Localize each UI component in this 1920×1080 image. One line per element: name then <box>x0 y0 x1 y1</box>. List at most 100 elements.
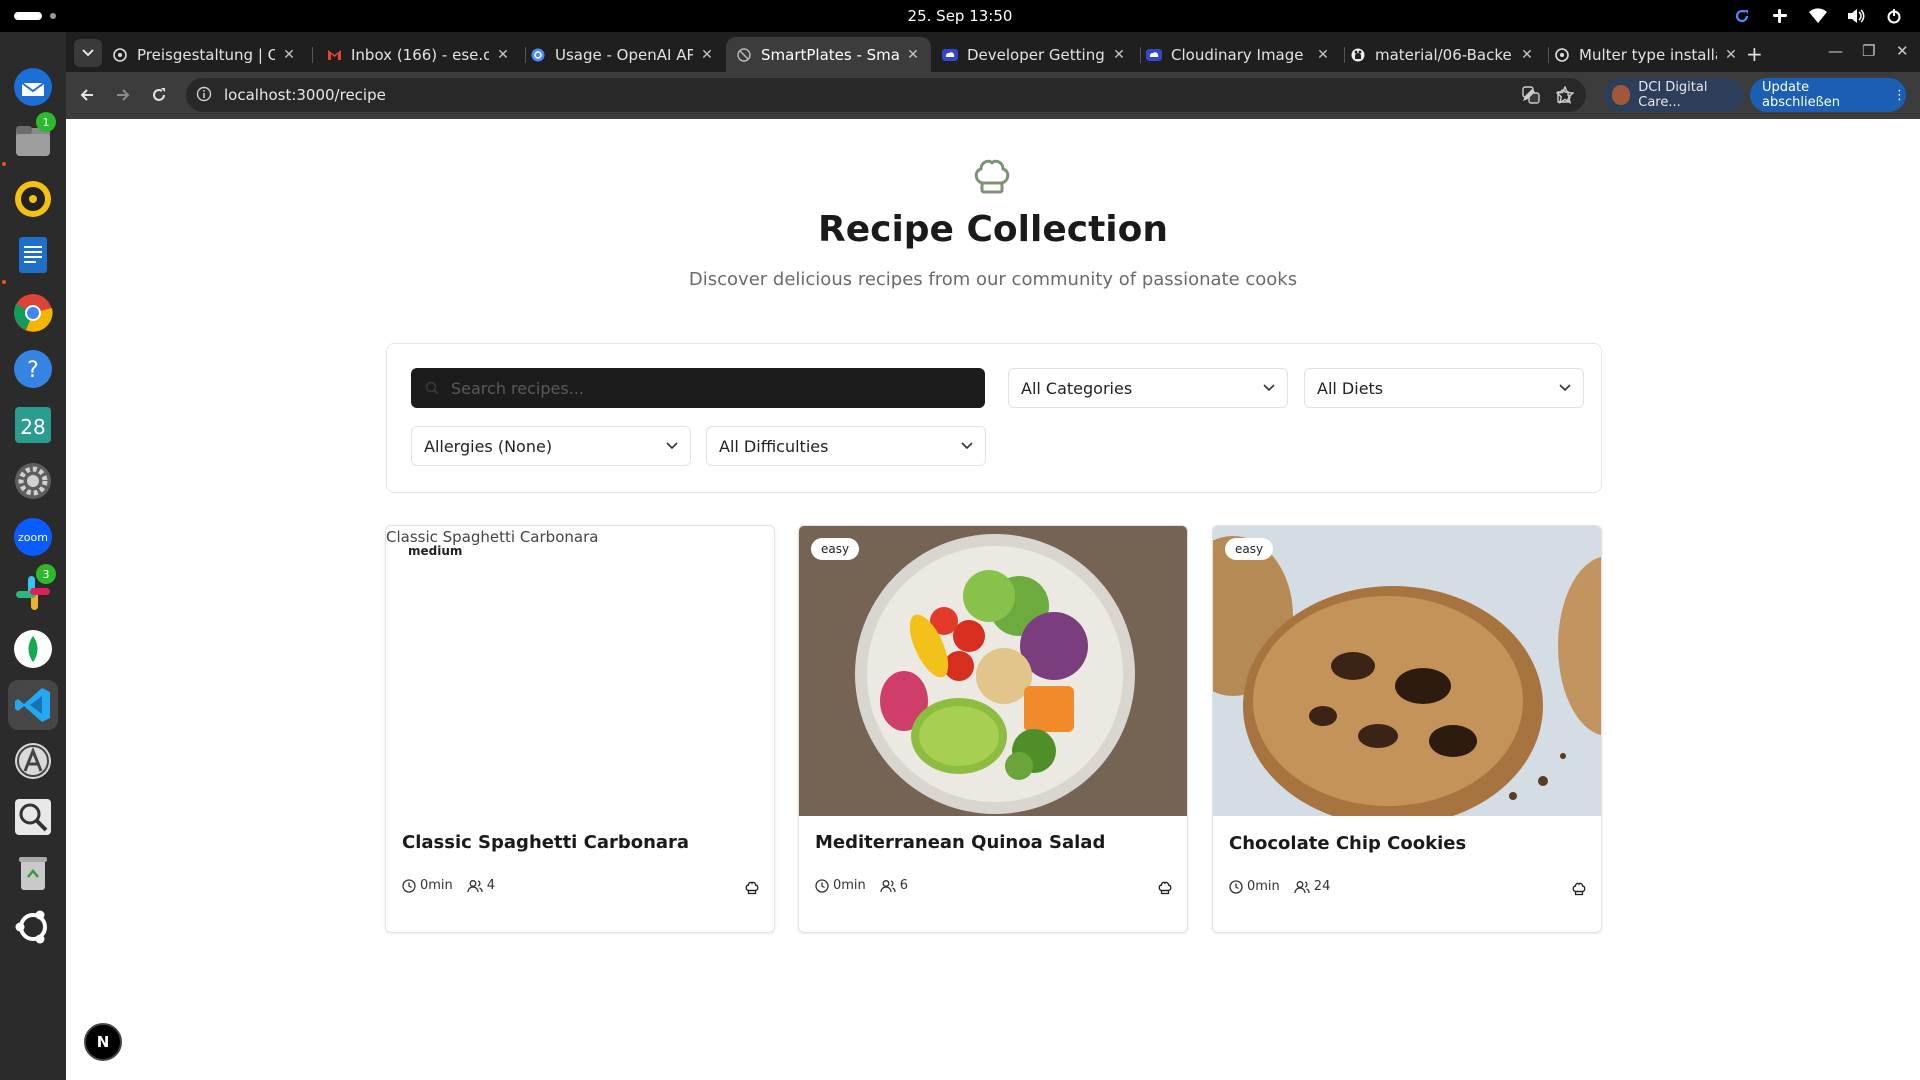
vscode-icon[interactable] <box>8 680 58 730</box>
recipe-title[interactable]: Chocolate Chip Cookies <box>1229 833 1466 854</box>
category-select[interactable]: All Categories <box>1008 368 1288 408</box>
slack-icon[interactable]: 3 <box>8 564 58 618</box>
recipe-page: Recipe Collection Discover delicious rec… <box>66 119 1920 1080</box>
back-icon[interactable] <box>76 84 98 106</box>
tab-usage-openai[interactable]: Usage - OpenAI API ✕ <box>520 37 725 72</box>
slack-badge: 3 <box>36 564 56 584</box>
profile-chip[interactable]: DCI Digital Care... <box>1604 78 1744 112</box>
forward-icon[interactable] <box>112 84 134 106</box>
files-icon[interactable]: 1 <box>8 112 58 166</box>
files-badge: 1 <box>36 112 56 132</box>
avatar <box>1612 85 1631 105</box>
reload-icon[interactable] <box>148 84 170 106</box>
difficulty-badge: medium <box>408 544 463 558</box>
new-tab-button[interactable]: + <box>1746 42 1763 66</box>
recipe-image-broken: Classic Spaghetti Carbonara <box>386 526 774 816</box>
chef-hat-icon[interactable] <box>744 880 760 896</box>
tab-cloudinary-image[interactable]: Cloudinary Image & ✕ <box>1136 37 1341 72</box>
rhythmbox-icon[interactable] <box>8 174 58 224</box>
profile-name: DCI Digital Care... <box>1638 80 1708 110</box>
tab-inbox[interactable]: Inbox (166) - ese.os ✕ <box>316 37 521 72</box>
extensions-icon[interactable] <box>1552 84 1574 106</box>
settings-icon[interactable] <box>8 456 58 506</box>
recipe-title[interactable]: Classic Spaghetti Carbonara <box>402 832 689 853</box>
kebab-menu-icon[interactable]: ⋮ <box>1893 88 1906 103</box>
power-icon[interactable] <box>1884 6 1904 26</box>
recipe-card-quinoa-salad[interactable]: easy Mediterranean Quinoa Salad 0min 6 <box>798 525 1188 933</box>
tab-multer-type[interactable]: Multer type installa ✕ <box>1544 37 1749 72</box>
search-icon <box>425 381 439 395</box>
close-icon[interactable]: ✕ <box>1519 47 1535 63</box>
chevron-down-icon <box>82 49 94 57</box>
chevron-down-icon <box>961 442 973 450</box>
chef-hat-icon[interactable] <box>1157 880 1173 896</box>
recipe-card-chocolate-chip-cookies[interactable]: easy Chocolate Chip Cookies 0min 24 <box>1212 525 1602 933</box>
prep-time: 0min <box>1229 879 1280 894</box>
servings-value: 6 <box>899 878 909 893</box>
diet-select[interactable]: All Diets <box>1304 368 1584 408</box>
volume-icon[interactable] <box>1846 6 1866 26</box>
search-input[interactable] <box>451 378 971 398</box>
allergies-select[interactable]: Allergies (None) <box>411 426 691 466</box>
github-icon <box>1350 47 1366 63</box>
thunderbird-icon[interactable] <box>8 62 58 112</box>
zoom-icon[interactable]: zoom <box>8 512 58 562</box>
browser-toolbar: localhost:3000/recipe DCI Digital Care..… <box>66 72 1920 119</box>
pen-extension-icon[interactable] <box>1518 84 1540 106</box>
tab-title: SmartPlates - Smart <box>761 45 899 64</box>
tab-developer-getting-started[interactable]: Developer Getting S ✕ <box>932 37 1137 72</box>
close-icon[interactable]: ✕ <box>495 47 511 63</box>
close-icon[interactable]: ✕ <box>1111 47 1127 63</box>
address-bar[interactable]: localhost:3000/recipe <box>186 78 1586 112</box>
app-center-icon[interactable] <box>8 736 58 786</box>
close-icon[interactable]: ✕ <box>699 47 715 63</box>
slack-tray-icon[interactable] <box>1770 6 1790 26</box>
search-tool-icon[interactable] <box>8 792 58 842</box>
ubuntu-icon[interactable] <box>8 902 58 952</box>
close-icon[interactable]: ✕ <box>1315 47 1331 63</box>
search-box[interactable] <box>411 368 985 408</box>
recipe-card-carbonara[interactable]: Classic Spaghetti Carbonara medium Class… <box>385 525 775 933</box>
clock-icon <box>815 878 829 893</box>
tab-search-button[interactable] <box>74 39 102 67</box>
tab-title: Developer Getting S <box>967 45 1105 64</box>
restore-icon[interactable]: ❐ <box>1862 42 1875 60</box>
openai-icon <box>1554 47 1570 63</box>
tab-smartplates[interactable]: SmartPlates - Smart ✕ <box>726 37 931 72</box>
system-clock[interactable]: 25. Sep 13:50 <box>0 7 1920 25</box>
trash-icon[interactable] <box>8 848 58 898</box>
servings: 6 <box>880 878 908 893</box>
sync-icon[interactable] <box>1732 6 1752 26</box>
nextjs-dev-indicator[interactable]: N <box>84 1023 122 1061</box>
difficulty-select-value: All Difficulties <box>719 436 829 456</box>
writer-icon[interactable] <box>8 230 58 280</box>
chef-hat-icon[interactable] <box>1571 881 1587 897</box>
difficulty-select[interactable]: All Difficulties <box>706 426 986 466</box>
close-icon[interactable]: ✕ <box>281 47 297 63</box>
mongodb-compass-icon[interactable] <box>8 624 58 674</box>
wifi-icon[interactable] <box>1808 6 1828 26</box>
system-tray <box>1732 6 1904 26</box>
gmail-icon <box>326 47 342 63</box>
tab-preisgestaltung[interactable]: Preisgestaltung | Op ✕ <box>102 37 307 72</box>
help-icon[interactable]: ? <box>8 344 58 394</box>
tab-material-backend[interactable]: material/06-Backen ✕ <box>1340 37 1545 72</box>
recipe-title[interactable]: Mediterranean Quinoa Salad <box>815 832 1105 853</box>
url-text[interactable]: localhost:3000/recipe <box>224 86 386 104</box>
chrome-icon[interactable] <box>8 288 58 338</box>
chevron-down-icon <box>666 442 678 450</box>
close-icon[interactable]: ✕ <box>905 47 921 63</box>
site-info-icon[interactable] <box>196 86 212 106</box>
system-top-bar: 25. Sep 13:50 <box>0 0 1920 32</box>
close-icon[interactable]: ✕ <box>1723 47 1739 63</box>
recipe-image-salad-bowl <box>799 526 1187 816</box>
servings: 24 <box>1294 879 1330 894</box>
minimize-icon[interactable]: — <box>1828 42 1843 60</box>
cloudinary-icon <box>942 47 958 63</box>
window-close-icon[interactable]: ✕ <box>1896 42 1909 60</box>
update-button[interactable]: Update abschließen ⋮ <box>1750 78 1906 112</box>
prep-time: 0min <box>402 878 453 893</box>
tab-strip: Preisgestaltung | Op ✕ Inbox (166) - ese… <box>66 32 1920 72</box>
difficulty-badge: easy <box>811 538 860 560</box>
calendar-icon[interactable]: 28 <box>8 400 58 450</box>
